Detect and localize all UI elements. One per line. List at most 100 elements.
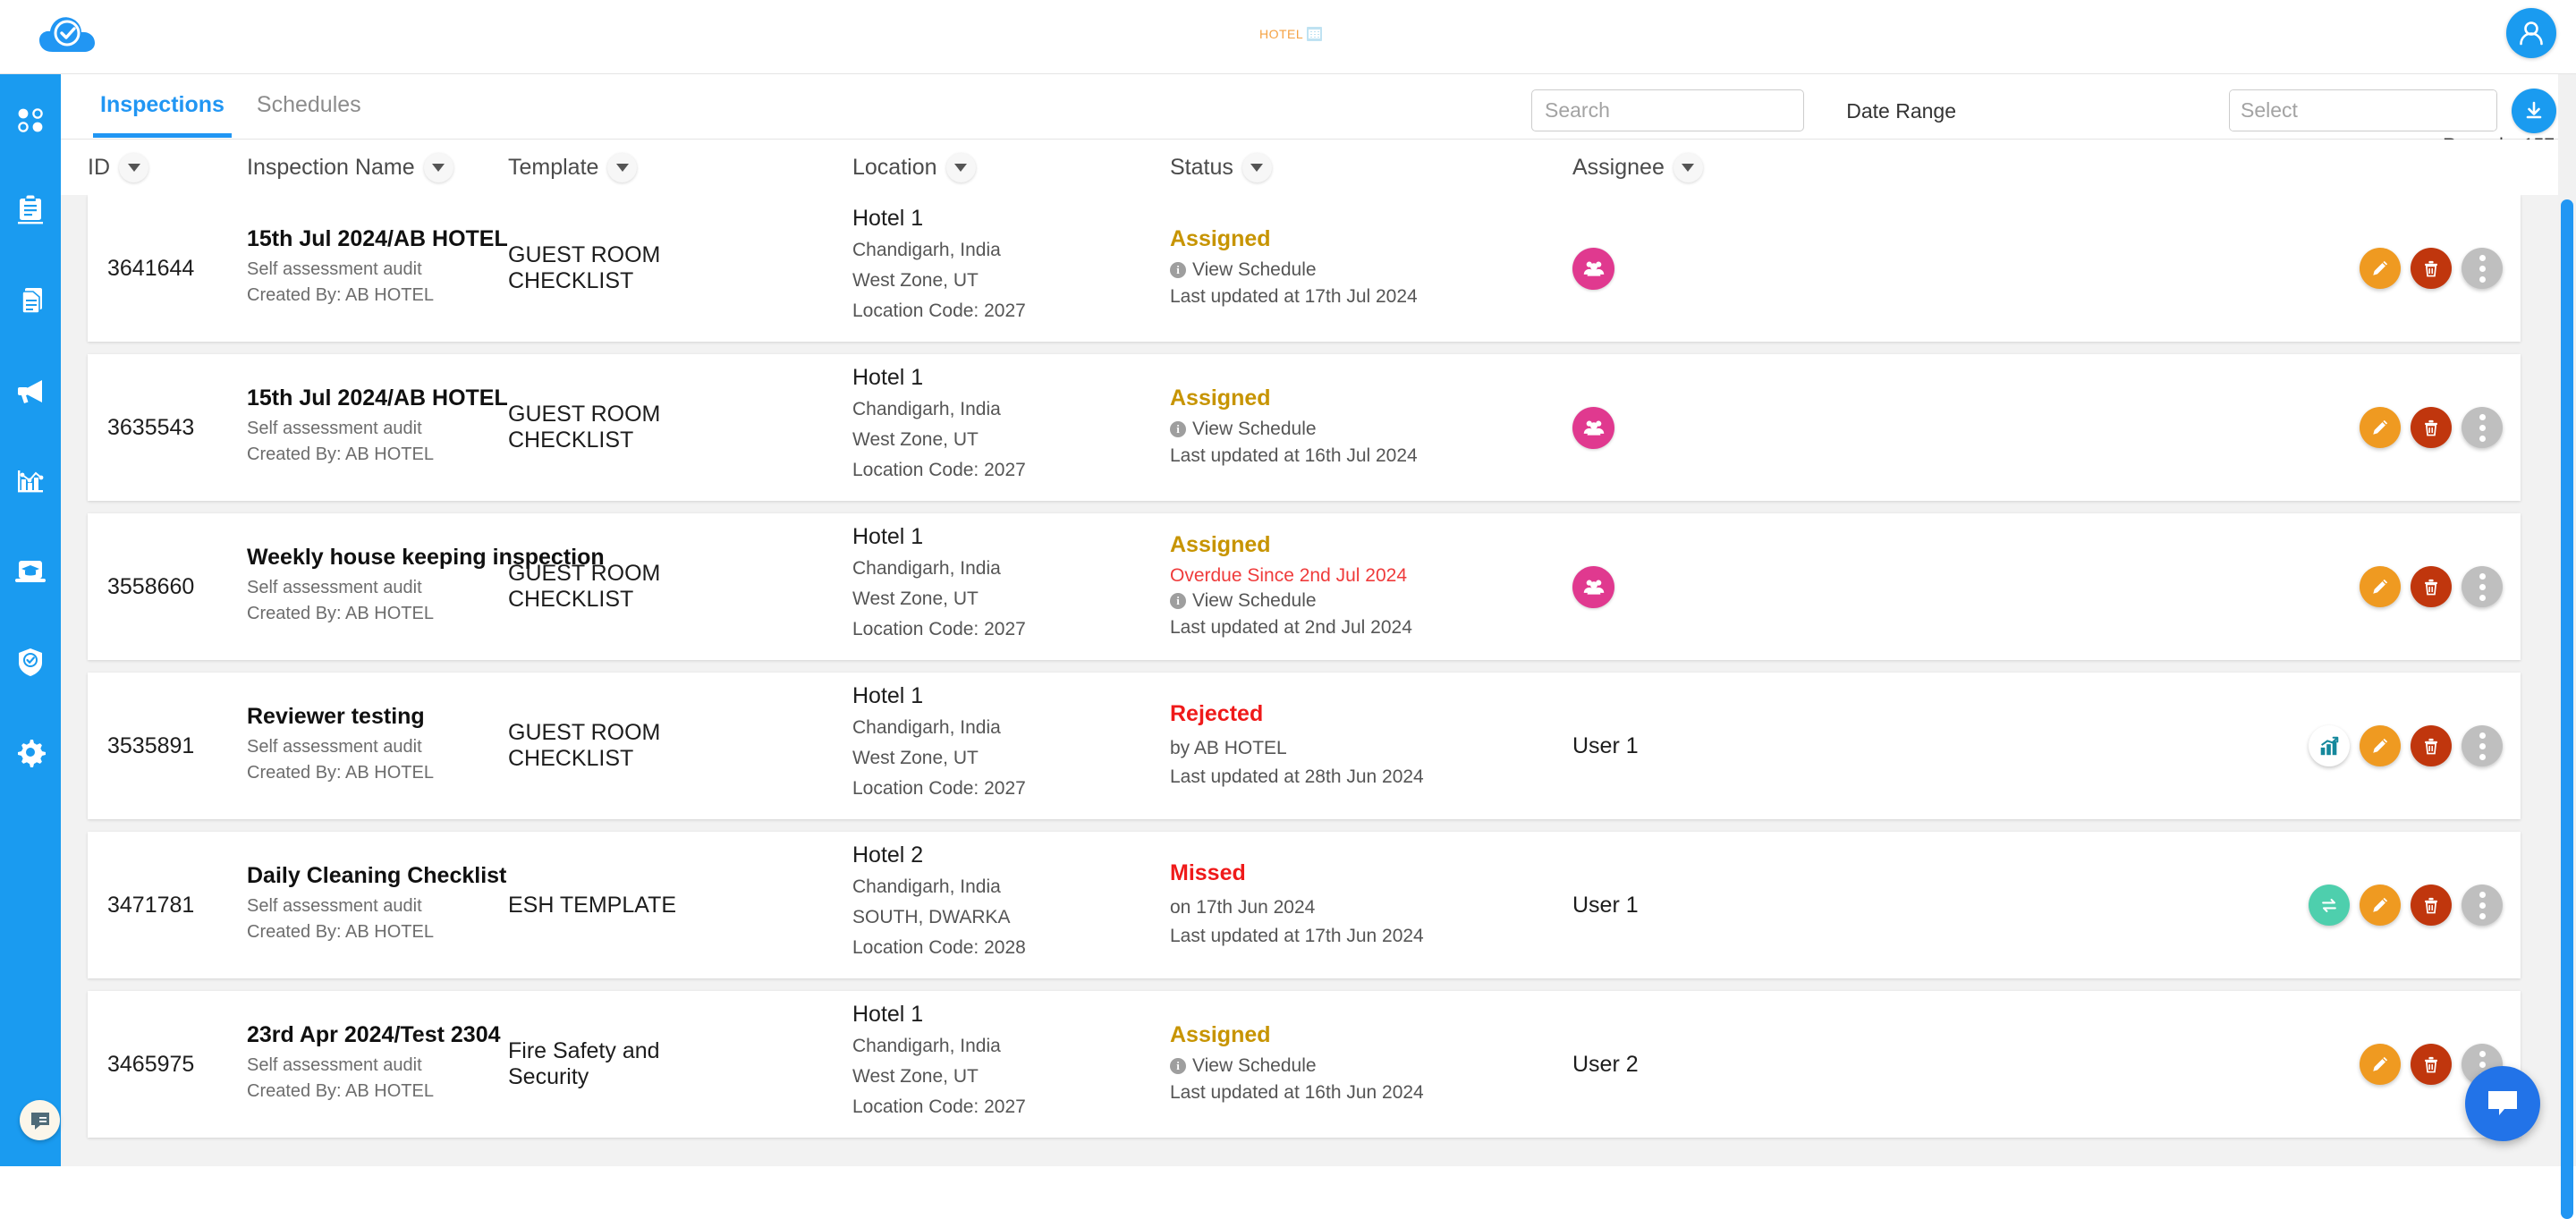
cloud-check-icon[interactable] (38, 9, 98, 64)
table-row[interactable]: 3471781 Daily Cleaning Checklist Self as… (88, 832, 2521, 978)
sidebar-item-training[interactable] (0, 526, 61, 616)
analytics-button[interactable] (2309, 725, 2350, 766)
info-icon: i (1170, 421, 1186, 437)
assignee-name: User 1 (1572, 733, 1639, 759)
inspection-title: 15th Jul 2024/AB HOTEL (247, 226, 488, 252)
location-name: Hotel 1 (852, 524, 1022, 550)
delete-button[interactable] (2411, 1044, 2452, 1085)
assignee-group-avatar[interactable] (1572, 407, 1614, 449)
tab-bar: Inspections Schedules (84, 74, 377, 138)
view-schedule-link[interactable]: i View Schedule (1170, 419, 1376, 440)
delete-button[interactable] (2411, 566, 2452, 607)
more-options-button[interactable] (2462, 248, 2503, 289)
column-header-status: Status (1170, 153, 1331, 182)
edit-button[interactable] (2360, 885, 2401, 926)
cell-status: Assigned i View Schedule Last updated at… (1170, 1022, 1376, 1107)
delete-button[interactable] (2411, 407, 2452, 448)
table-row[interactable]: 3465975 23rd Apr 2024/Test 2304 Self ass… (88, 991, 2521, 1138)
assignee-group-avatar[interactable] (1572, 248, 1614, 290)
edit-button[interactable] (2360, 725, 2401, 766)
sidebar-nav (0, 74, 61, 1166)
download-icon[interactable] (2512, 89, 2556, 133)
date-range-input[interactable] (2230, 90, 2497, 131)
chevron-down-icon[interactable] (119, 153, 148, 182)
user-avatar-icon[interactable] (2506, 8, 2556, 58)
training-laptop-icon (14, 558, 47, 585)
chevron-down-icon[interactable] (1242, 153, 1272, 182)
chat-bubble-icon (29, 1109, 52, 1132)
tab-schedules[interactable]: Schedules (241, 74, 377, 138)
edit-button[interactable] (2360, 248, 2401, 289)
sidebar-item-templates[interactable] (0, 255, 61, 345)
more-options-button[interactable] (2462, 725, 2503, 766)
edit-button[interactable] (2360, 407, 2401, 448)
chevron-down-icon[interactable] (607, 153, 637, 182)
top-app-bar: HOTEL (0, 0, 2576, 74)
sidebar-item-announcements[interactable] (0, 345, 61, 436)
chevron-down-icon[interactable] (424, 153, 453, 182)
row-actions (2309, 885, 2503, 926)
assignee-name: User 2 (1572, 1052, 1639, 1078)
table-row[interactable]: 3558660 Weekly house keeping inspection … (88, 513, 2521, 660)
table-row[interactable]: 3635543 15th Jul 2024/AB HOTEL Self asse… (88, 354, 2521, 501)
status-note: by AB HOTEL (1170, 734, 1376, 763)
column-header-id: ID (88, 153, 177, 182)
delete-button[interactable] (2411, 725, 2452, 766)
column-header-id-label: ID (88, 155, 110, 181)
delete-button[interactable] (2411, 885, 2452, 926)
search-input[interactable] (1531, 89, 1804, 131)
cell-inspection-name: Reviewer testing Self assessment audit C… (247, 704, 488, 789)
column-header-status-label: Status (1170, 155, 1233, 181)
sidebar-item-inspections[interactable] (0, 165, 61, 255)
chat-fab-button[interactable] (2465, 1066, 2540, 1141)
location-name: Hotel 1 (852, 683, 1022, 709)
view-schedule-link[interactable]: i View Schedule (1170, 1055, 1376, 1077)
more-options-button[interactable] (2462, 885, 2503, 926)
edit-button[interactable] (2360, 566, 2401, 607)
chevron-down-icon[interactable] (1674, 153, 1703, 182)
vertical-scrollbar-track[interactable] (2558, 74, 2576, 1166)
table-row[interactable]: 3535891 Reviewer testing Self assessment… (88, 673, 2521, 819)
edit-button[interactable] (2360, 1044, 2401, 1085)
audit-type: Self assessment audit (247, 259, 488, 280)
column-header-location: Location (852, 153, 1022, 182)
vertical-scrollbar-thumb[interactable] (2561, 199, 2573, 1219)
more-options-button[interactable] (2462, 407, 2503, 448)
chevron-down-icon[interactable] (946, 153, 976, 182)
sidebar-item-settings[interactable] (0, 707, 61, 797)
cell-assignee: User 1 (1572, 893, 1751, 918)
cell-status: Assigned Overdue Since 2nd Jul 2024 i Vi… (1170, 532, 1376, 642)
overdue-text: Overdue Since 2nd Jul 2024 (1170, 565, 1376, 587)
group-users-icon (1582, 575, 1606, 598)
sidebar-item-reports[interactable] (0, 436, 61, 526)
sidebar-item-compliance[interactable] (0, 616, 61, 707)
view-schedule-link[interactable]: i View Schedule (1170, 590, 1376, 612)
sidebar-chat-button[interactable] (20, 1100, 60, 1140)
cell-template: GUEST ROOM CHECKLIST (508, 242, 705, 294)
transfer-button[interactable] (2309, 885, 2350, 926)
location-code: Location Code: 2027 (852, 778, 1022, 800)
last-updated: Last updated at 2nd Jul 2024 (1170, 614, 1376, 642)
view-schedule-link[interactable]: i View Schedule (1170, 259, 1376, 281)
hotel-brand-logo: HOTEL (1259, 27, 1322, 41)
megaphone-icon (14, 377, 47, 405)
last-updated: Last updated at 16th Jun 2024 (1170, 1079, 1376, 1107)
delete-button[interactable] (2411, 248, 2452, 289)
location-zone: West Zone, UT (852, 429, 1022, 451)
audit-type: Self assessment audit (247, 578, 488, 598)
sidebar-item-dashboard[interactable] (0, 74, 61, 165)
group-users-icon (1582, 257, 1606, 280)
cell-location: Hotel 1 Chandigarh, India West Zone, UT … (852, 524, 1022, 649)
location-zone: West Zone, UT (852, 1066, 1022, 1088)
tab-inspections[interactable]: Inspections (84, 74, 241, 138)
cell-inspection-name: Weekly house keeping inspection Self ass… (247, 545, 488, 630)
date-range-label: Date Range (1846, 99, 1956, 123)
last-updated: Last updated at 16th Jul 2024 (1170, 442, 1376, 470)
audit-type: Self assessment audit (247, 896, 488, 917)
table-row[interactable]: 3641644 15th Jul 2024/AB HOTEL Self asse… (88, 195, 2521, 342)
created-by: Created By: AB HOTEL (247, 763, 488, 783)
inspection-title: 15th Jul 2024/AB HOTEL (247, 385, 488, 411)
inspection-list: 3641644 15th Jul 2024/AB HOTEL Self asse… (61, 195, 2576, 1166)
assignee-group-avatar[interactable] (1572, 566, 1614, 608)
more-options-button[interactable] (2462, 566, 2503, 607)
